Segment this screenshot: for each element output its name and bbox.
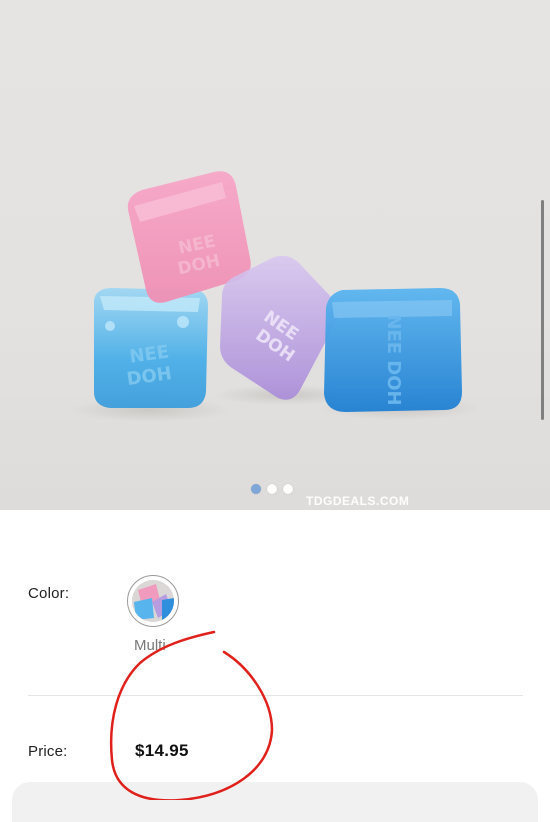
- product-image: NEE DOH NEE DOH NEE DOH NEE DOH: [70, 171, 480, 422]
- blue-cube-left: NEE DOH: [94, 288, 208, 408]
- price-value: $14.95: [135, 741, 189, 760]
- product-image-carousel[interactable]: NEE DOH NEE DOH NEE DOH NEE DOH TDGDEALS…: [0, 0, 550, 510]
- divider: [28, 695, 523, 696]
- purple-cube: NEE DOH: [220, 255, 339, 400]
- svg-text:NEE DOH: NEE DOH: [383, 314, 404, 405]
- watermark: TDGDEALS.COM: [306, 494, 410, 508]
- color-label: Color:: [28, 585, 70, 602]
- carousel-dot-2[interactable]: [267, 484, 277, 494]
- scrollbar[interactable]: [541, 200, 544, 420]
- swatch-image: [132, 580, 174, 622]
- price-label: Price:: [28, 743, 68, 760]
- carousel-dot-3[interactable]: [283, 484, 293, 494]
- selected-color-name: Multi: [134, 637, 166, 654]
- color-swatch-multi[interactable]: [127, 575, 179, 627]
- carousel-dot-1[interactable]: [251, 484, 261, 494]
- bottom-action-panel: [12, 782, 538, 822]
- carousel-indicator[interactable]: [251, 484, 293, 494]
- blue-cube-right: NEE DOH: [324, 288, 462, 412]
